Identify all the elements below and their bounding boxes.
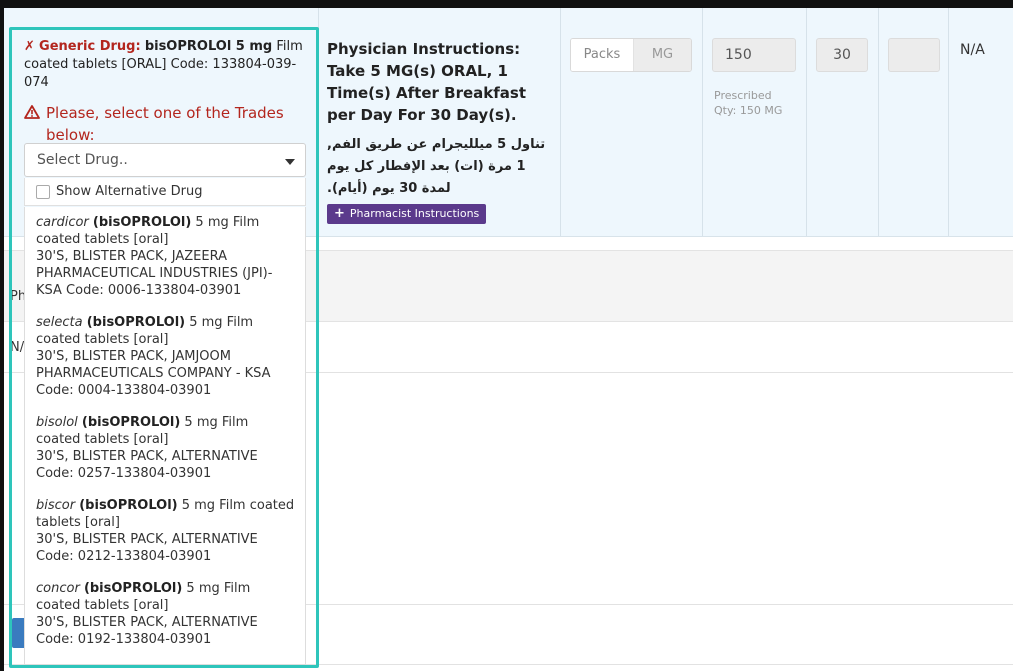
show-alternative-toggle[interactable]: Show Alternative Drug [24, 178, 306, 206]
drug-option[interactable]: bisolol (bisOPROLOl) 5 mg Film coated ta… [25, 407, 305, 490]
column-divider [702, 8, 703, 236]
pharmacist-instructions-label: Pharmacist Instructions [349, 207, 480, 220]
quantity-field[interactable]: 150 [712, 38, 796, 72]
error-x-icon: ✗ [24, 39, 35, 54]
column-divider [318, 8, 319, 236]
physician-instructions: Physician Instructions: Take 5 MG(s) ORA… [327, 40, 526, 124]
trade-name: biscor [36, 498, 76, 513]
drug-option[interactable]: cardicor (bisOPROLOl) 5 mg Film coated t… [25, 207, 305, 307]
generic-name: (bisOPROLOl) [81, 415, 181, 430]
generic-drug-info: ✗ Generic Drug: bisOPROLOl 5 mg Film coa… [24, 38, 314, 146]
drug-details: 30'S, BLISTER PACK, ALTERNATIVE Code: 02… [36, 449, 258, 481]
pharmacist-instructions-button[interactable]: + Pharmacist Instructions [327, 204, 487, 224]
trade-name: cardicor [36, 215, 89, 230]
plus-icon: + [334, 206, 345, 221]
drug-select-placeholder: Select Drug.. [37, 152, 128, 168]
window-top-border [0, 0, 1013, 8]
prescribed-quantity: Prescribed Qty: 150 MG [714, 88, 782, 118]
prescribed-label: Prescribed [714, 89, 772, 102]
warning-text: Please, select one of the Trades below: [46, 104, 284, 144]
empty-field[interactable] [888, 38, 940, 72]
generic-drug-label: Generic Drug: [39, 39, 141, 54]
prescribed-qty: Qty: 150 MG [714, 104, 783, 117]
drug-select[interactable]: Select Drug.. [24, 143, 306, 177]
generic-drug-name: bisOPROLOl 5 mg [144, 39, 273, 54]
status-text: N/A [960, 42, 985, 58]
show-alternative-label: Show Alternative Drug [56, 184, 203, 199]
generic-name: (bisOPROLOl) [79, 498, 178, 513]
drug-options-list: cardicor (bisOPROLOl) 5 mg Film coated t… [24, 207, 306, 665]
unit-mg-option[interactable]: MG [634, 39, 691, 71]
column-divider [560, 8, 561, 236]
trade-name: selecta [36, 315, 83, 330]
drug-details: 30'S, BLISTER PACK, ALTERNATIVE Code: 01… [36, 615, 258, 647]
drug-details: 30'S, BLISTER PACK, JAMJOOM PHARMACEUTIC… [36, 349, 271, 398]
generic-name: (bisOPROLOl) [86, 315, 186, 330]
warning-triangle-icon [24, 105, 40, 119]
trade-name: concor [36, 581, 80, 596]
show-alternative-checkbox[interactable] [36, 185, 50, 199]
column-divider [948, 8, 949, 236]
drug-details: 30'S, BLISTER PACK, JAZEERA PHARMACEUTIC… [36, 249, 273, 298]
drug-option[interactable]: biscor (bisOPROLOl) 5 mg Film coated tab… [25, 490, 305, 573]
generic-drug-line: ✗ Generic Drug: bisOPROLOl 5 mg Film coa… [24, 38, 314, 92]
trade-selection-warning: Please, select one of the Trades below: [24, 102, 314, 146]
generic-name: (bisOPROLOl) [92, 215, 192, 230]
trade-name: bisolol [36, 415, 78, 430]
drug-option[interactable]: concor (bisOPROLOl) 5 mg Film coated tab… [25, 573, 305, 656]
days-field[interactable]: 30 [816, 38, 868, 72]
column-divider [806, 8, 807, 236]
lower-na-text: N/ [10, 340, 25, 355]
unit-packs-option[interactable]: Packs [571, 39, 634, 71]
drug-details: 30'S, BLISTER PACK, ALTERNATIVE Code: 02… [36, 532, 258, 564]
column-divider [878, 8, 879, 236]
unit-toggle: Packs MG [570, 38, 692, 72]
drug-option[interactable]: selecta (bisOPROLOl) 5 mg Film coated ta… [25, 307, 305, 407]
generic-name: (bisOPROLOl) [83, 581, 183, 596]
caret-down-icon [285, 159, 295, 165]
physician-instructions-arabic: تناول 5 ميلليجرام عن طريق الفم, 1 مرة (ا… [327, 137, 546, 196]
